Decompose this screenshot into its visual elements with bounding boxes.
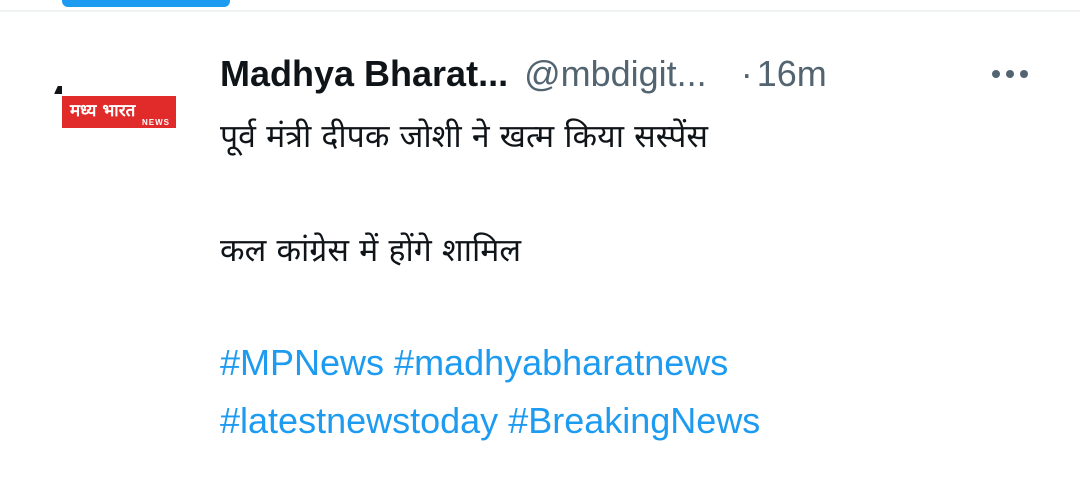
logo-text: मध्य भारत xyxy=(70,101,136,121)
timestamp[interactable]: 16m xyxy=(757,53,827,95)
avatar[interactable]: मध्य भारत NEWS xyxy=(50,52,180,182)
more-dot xyxy=(1020,70,1028,78)
active-tab-indicator xyxy=(62,0,230,7)
tweet-header: Madhya Bharat... @mbdigit... · 16m xyxy=(220,50,827,98)
hashtag-link[interactable]: #BreakingNews xyxy=(508,400,760,441)
hashtag-link[interactable]: #madhyabharatnews xyxy=(394,342,728,383)
logo-sub: NEWS xyxy=(142,118,170,127)
hashtag-row-2: #latestnewstoday #BreakingNews xyxy=(220,400,770,442)
timeline-divider xyxy=(0,10,1080,12)
hashtag-row-1: #MPNews #madhyabharatnews xyxy=(220,342,738,384)
separator: · xyxy=(740,53,753,94)
tweet-text-line-2: कल कांग्रेस में होंगे शामिल xyxy=(220,231,522,269)
more-dot xyxy=(1006,70,1014,78)
user-handle[interactable]: @mbdigit... xyxy=(524,53,707,95)
logo-mark-icon xyxy=(54,86,62,94)
hashtag-link[interactable]: #latestnewstoday xyxy=(220,400,498,441)
more-dot xyxy=(992,70,1000,78)
tweet-text-line-1: पूर्व मंत्री दीपक जोशी ने खत्म किया सस्प… xyxy=(220,117,709,155)
display-name[interactable]: Madhya Bharat... xyxy=(220,53,508,95)
brand-logo: मध्य भारत NEWS xyxy=(62,96,176,128)
hashtag-link[interactable]: #MPNews xyxy=(220,342,384,383)
more-options-icon[interactable] xyxy=(980,56,1040,92)
